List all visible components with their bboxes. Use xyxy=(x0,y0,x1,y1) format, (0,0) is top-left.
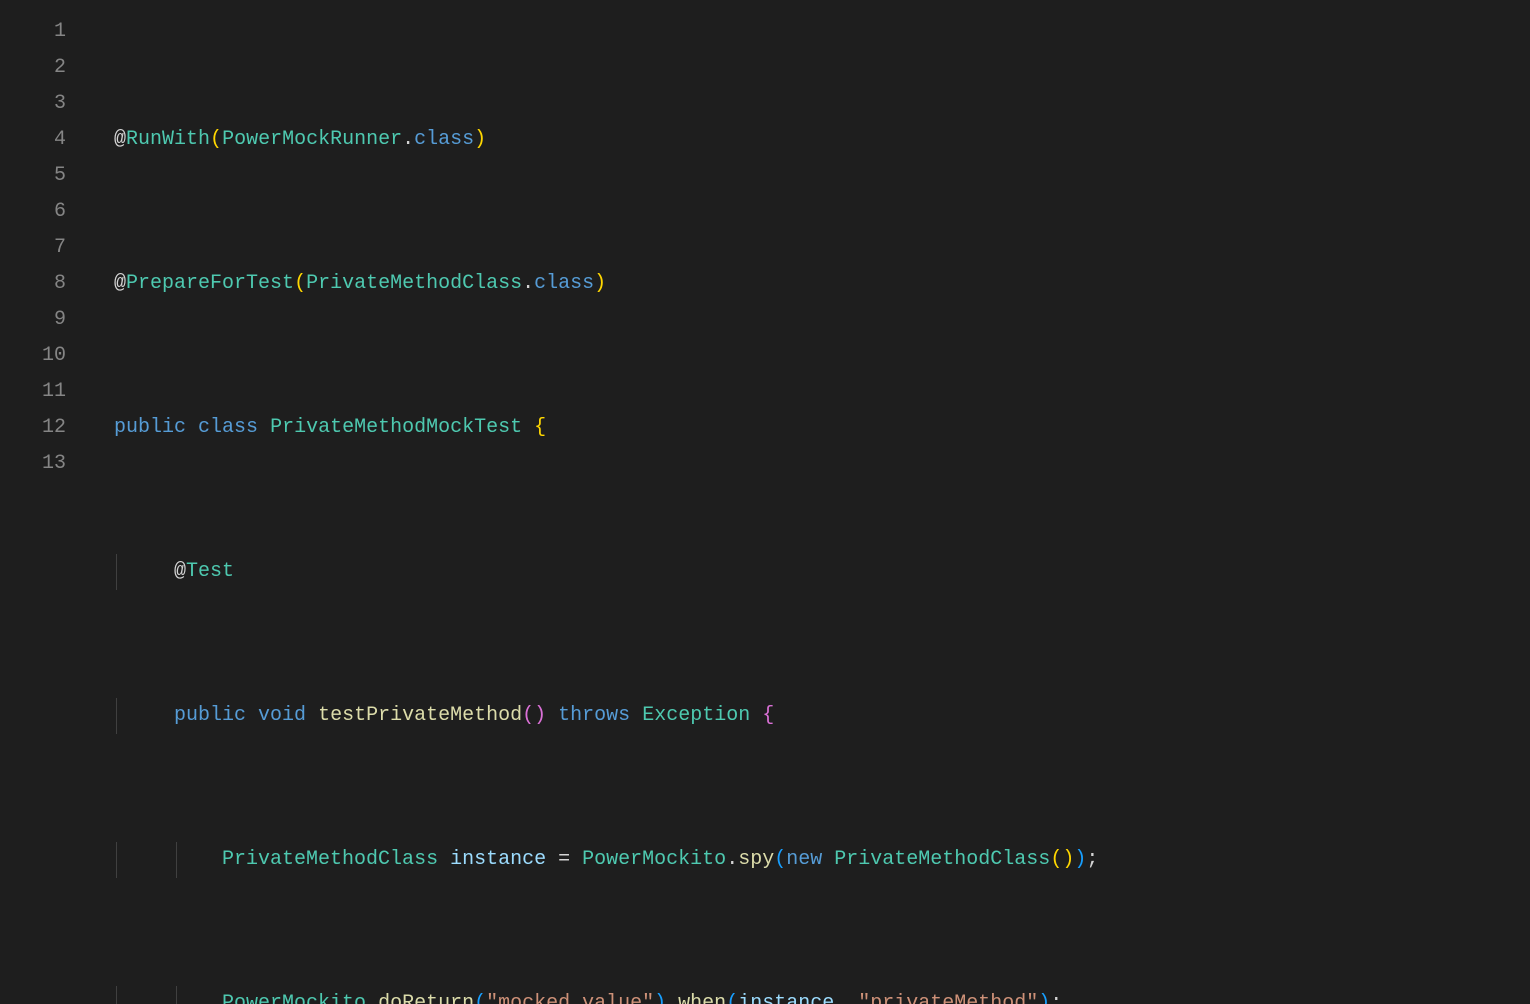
method-when: when xyxy=(678,992,726,1004)
code-editor: 1 2 3 4 5 6 7 8 9 10 11 12 13 @RunWith(P… xyxy=(0,0,1530,502)
var-instance: instance xyxy=(738,992,834,1004)
equals: = xyxy=(558,848,570,871)
line-number: 3 xyxy=(0,86,66,122)
method-spy: spy xyxy=(738,848,774,871)
keyword-public: public xyxy=(114,416,186,439)
paren-close: ) xyxy=(534,704,546,727)
line-number: 2 xyxy=(0,50,66,86)
code-line[interactable]: @PrepareForTest(PrivateMethodClass.class… xyxy=(90,266,1530,302)
type-privatemethodclass: PrivateMethodClass xyxy=(834,848,1050,871)
method-doreturn: doReturn xyxy=(378,992,474,1004)
keyword-throws: throws xyxy=(558,704,630,727)
string-mocked-value: "mocked value" xyxy=(486,992,654,1004)
paren-close: ) xyxy=(654,992,666,1004)
paren-close: ) xyxy=(1074,848,1086,871)
code-line[interactable]: PrivateMethodClass instance = PowerMocki… xyxy=(90,842,1530,878)
dot: . xyxy=(726,848,738,871)
paren-open: ( xyxy=(1050,848,1062,871)
paren-close: ) xyxy=(594,272,606,295)
brace-open: { xyxy=(762,704,774,727)
annotation-preparefortest: PrepareForTest xyxy=(126,272,294,295)
code-line[interactable]: @Test xyxy=(90,554,1530,590)
line-number: 13 xyxy=(0,446,66,482)
type-powermockito: PowerMockito xyxy=(582,848,726,871)
paren-open: ( xyxy=(474,992,486,1004)
annotation-test: Test xyxy=(186,560,234,583)
paren-close: ) xyxy=(1038,992,1050,1004)
semicolon: ; xyxy=(1050,992,1062,1004)
line-number: 11 xyxy=(0,374,66,410)
at-sign: @ xyxy=(114,272,126,295)
var-instance: instance xyxy=(450,848,546,871)
line-number: 6 xyxy=(0,194,66,230)
keyword-class: class xyxy=(198,416,258,439)
type-powermockrunner: PowerMockRunner xyxy=(222,128,402,151)
code-line[interactable]: public class PrivateMethodMockTest { xyxy=(90,410,1530,446)
line-number: 4 xyxy=(0,122,66,158)
dot: . xyxy=(402,128,414,151)
paren-open: ( xyxy=(522,704,534,727)
paren-close: ) xyxy=(1062,848,1074,871)
line-number-gutter: 1 2 3 4 5 6 7 8 9 10 11 12 13 xyxy=(0,0,90,502)
paren-open: ( xyxy=(210,128,222,151)
brace-open: { xyxy=(534,416,546,439)
method-testprivatemethod: testPrivateMethod xyxy=(318,704,522,727)
keyword-class: class xyxy=(414,128,474,151)
line-number: 9 xyxy=(0,302,66,338)
keyword-new: new xyxy=(786,848,822,871)
annotation-runwith: RunWith xyxy=(126,128,210,151)
semicolon: ; xyxy=(1086,848,1098,871)
line-number: 7 xyxy=(0,230,66,266)
keyword-void: void xyxy=(258,704,306,727)
type-privatemethodclass: PrivateMethodClass xyxy=(306,272,522,295)
paren-open: ( xyxy=(726,992,738,1004)
code-line[interactable]: @RunWith(PowerMockRunner.class) xyxy=(90,122,1530,158)
at-sign: @ xyxy=(174,560,186,583)
code-line[interactable]: PowerMockito.doReturn("mocked value").wh… xyxy=(90,986,1530,1004)
type-exception: Exception xyxy=(642,704,750,727)
comma: , xyxy=(834,992,846,1004)
dot: . xyxy=(522,272,534,295)
keyword-class: class xyxy=(534,272,594,295)
line-number: 12 xyxy=(0,410,66,446)
line-number: 8 xyxy=(0,266,66,302)
dot: . xyxy=(666,992,678,1004)
code-area[interactable]: @RunWith(PowerMockRunner.class) @Prepare… xyxy=(90,0,1530,502)
code-line[interactable]: public void testPrivateMethod() throws E… xyxy=(90,698,1530,734)
type-powermockito: PowerMockito xyxy=(222,992,366,1004)
paren-open: ( xyxy=(774,848,786,871)
line-number: 10 xyxy=(0,338,66,374)
line-number: 5 xyxy=(0,158,66,194)
keyword-public: public xyxy=(174,704,246,727)
string-privatemethod: "privateMethod" xyxy=(858,992,1038,1004)
at-sign: @ xyxy=(114,128,126,151)
classname-privatemethodmocktest: PrivateMethodMockTest xyxy=(270,416,522,439)
paren-close: ) xyxy=(474,128,486,151)
type-privatemethodclass: PrivateMethodClass xyxy=(222,848,438,871)
line-number: 1 xyxy=(0,14,66,50)
dot: . xyxy=(366,992,378,1004)
paren-open: ( xyxy=(294,272,306,295)
